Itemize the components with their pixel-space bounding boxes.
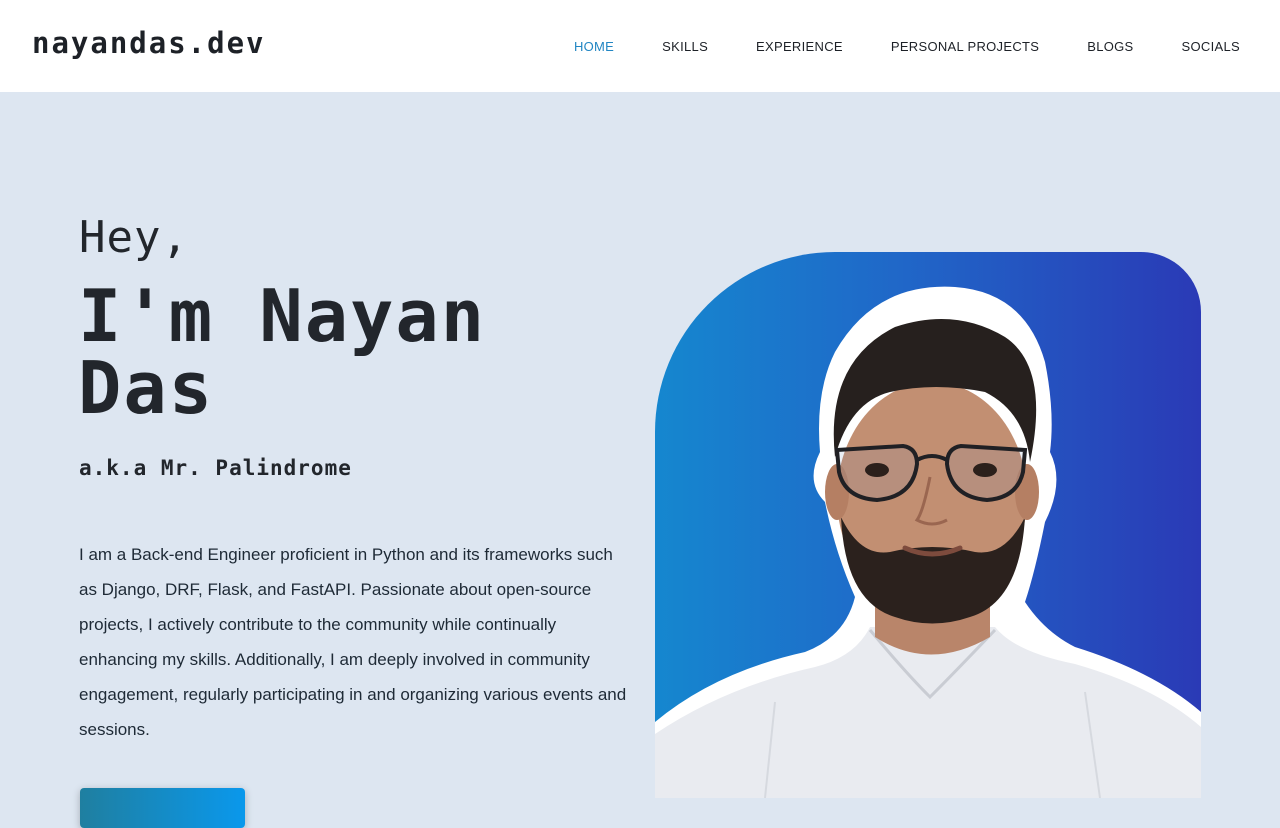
nav-socials-link[interactable]: SOCIALS: [1182, 39, 1240, 54]
hero-name: I'm Nayan Das: [78, 274, 487, 430]
nav-blogs-link[interactable]: BLOGS: [1087, 39, 1133, 54]
hero-bio: I am a Back-end Engineer proficient in P…: [79, 545, 627, 739]
nav-skills-link[interactable]: SKILLS: [662, 39, 708, 54]
hero-greeting: Hey,: [79, 212, 189, 263]
nav-experience-link[interactable]: EXPERIENCE: [756, 39, 843, 54]
portrait-illustration: [655, 286, 1201, 798]
top-navbar: nayandas.dev HOME SKILLS EXPERIENCE PERS…: [0, 0, 1280, 92]
hero-section: Hey, I'm Nayan Das a.k.a Mr. Palindrome …: [0, 92, 1280, 828]
nav-personal-projects-link[interactable]: PERSONAL PROJECTS: [891, 39, 1039, 54]
nav-home-link[interactable]: HOME: [574, 39, 614, 54]
hero-alias: a.k.a Mr. Palindrome: [79, 456, 352, 480]
profile-photo: [655, 252, 1201, 798]
main-nav: HOME SKILLS EXPERIENCE PERSONAL PROJECTS…: [526, 39, 1240, 54]
site-logo[interactable]: nayandas.dev: [32, 26, 266, 60]
hero-cta-button[interactable]: [80, 788, 245, 828]
